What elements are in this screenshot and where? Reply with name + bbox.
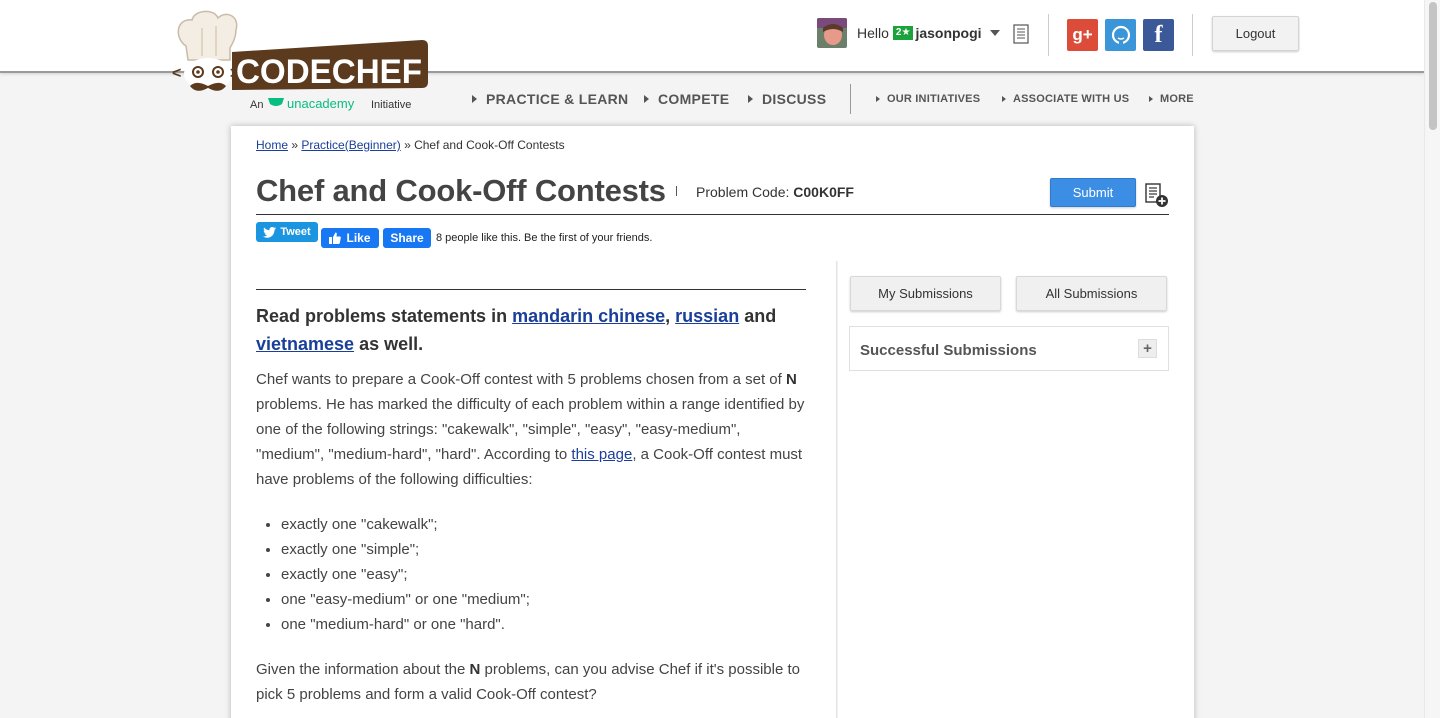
nav-label: COMPETE bbox=[658, 91, 730, 107]
nav-label: MORE bbox=[1160, 93, 1194, 105]
vietnamese-link[interactable]: vietnamese bbox=[256, 334, 354, 354]
mandarin-chinese-link[interactable]: mandarin chinese bbox=[512, 306, 665, 326]
list-item: exactly one "simple"; bbox=[281, 537, 806, 562]
list-item: one "medium-hard" or one "hard". bbox=[281, 612, 806, 637]
nav-label: PRACTICE & LEARN bbox=[486, 91, 629, 107]
submit-button[interactable]: Submit bbox=[1050, 178, 1136, 207]
triangle-right-icon bbox=[748, 95, 753, 103]
logout-button[interactable]: Logout bbox=[1212, 16, 1299, 51]
triangle-right-icon bbox=[1002, 96, 1006, 102]
variable-n: N bbox=[469, 661, 481, 678]
nav-more[interactable]: MORE bbox=[1149, 93, 1194, 105]
nav-discuss[interactable]: DISCUSS bbox=[748, 91, 826, 107]
breadcrumb-home-link[interactable]: Home bbox=[256, 138, 288, 152]
difficulty-conditions-list: exactly one "cakewalk"; exactly one "sim… bbox=[256, 512, 806, 637]
title-divider bbox=[676, 186, 677, 196]
list-item: exactly one "cakewalk"; bbox=[281, 512, 806, 537]
problem-code: Problem Code: C00K0FF bbox=[696, 184, 854, 200]
triangle-right-icon bbox=[644, 95, 649, 103]
page-title: Chef and Cook-Off Contests bbox=[256, 173, 666, 208]
user-greeting: Hello 2★ jasonpogi bbox=[857, 25, 982, 41]
google-plus-icon[interactable]: g+ bbox=[1067, 19, 1098, 51]
problem-code-value: C00K0FF bbox=[793, 184, 854, 200]
facebook-like-button[interactable]: Like bbox=[321, 228, 379, 248]
facebook-icon[interactable]: f bbox=[1143, 19, 1174, 51]
triangle-right-icon bbox=[1149, 96, 1153, 102]
my-submissions-button[interactable]: My Submissions bbox=[850, 276, 1001, 311]
user-menu[interactable]: Hello 2★ jasonpogi bbox=[817, 18, 1000, 48]
user-avatar[interactable] bbox=[817, 18, 847, 48]
list-item: exactly one "easy"; bbox=[281, 562, 806, 587]
header-divider bbox=[1048, 14, 1049, 56]
successful-submissions-panel[interactable]: Successful Submissions + bbox=[849, 326, 1169, 371]
header-divider bbox=[1192, 14, 1193, 56]
nav-label: OUR INITIATIVES bbox=[887, 93, 981, 105]
variable-n: N bbox=[785, 371, 797, 388]
facebook-like-count: 8 people like this. Be the first of your… bbox=[436, 232, 653, 244]
svg-text:Initiative: Initiative bbox=[371, 99, 411, 111]
problem-code-label: Problem Code: bbox=[696, 184, 790, 200]
expand-icon[interactable]: + bbox=[1138, 339, 1157, 358]
user-star-badge: 2★ bbox=[892, 26, 914, 40]
tweet-button[interactable]: Tweet bbox=[256, 222, 318, 242]
list-item: one "easy-medium" or one "medium"; bbox=[281, 587, 806, 612]
this-page-link[interactable]: this page bbox=[571, 446, 632, 463]
problem-card: Home » Practice(Beginner) » Chef and Coo… bbox=[231, 126, 1194, 718]
all-submissions-button[interactable]: All Submissions bbox=[1016, 276, 1167, 311]
nav-associate-with-us[interactable]: ASSOCIATE WITH US bbox=[1002, 93, 1129, 105]
triangle-right-icon bbox=[472, 95, 477, 103]
nav-practice-learn[interactable]: PRACTICE & LEARN bbox=[472, 91, 628, 107]
statement-divider bbox=[256, 289, 806, 290]
problem-statement: Read problems statements in mandarin chi… bbox=[256, 289, 806, 707]
thumbs-up-icon bbox=[329, 232, 342, 244]
greeting-text: Hello bbox=[857, 25, 889, 41]
nav-compete[interactable]: COMPETE bbox=[644, 91, 729, 107]
twitter-bird-icon bbox=[263, 226, 277, 238]
svg-text:CODECHEF: CODECHEF bbox=[236, 53, 422, 91]
username[interactable]: jasonpogi bbox=[915, 25, 981, 41]
svg-text:An: An bbox=[250, 99, 263, 111]
breadcrumb: Home » Practice(Beginner) » Chef and Coo… bbox=[256, 138, 565, 152]
column-divider bbox=[836, 261, 838, 718]
breadcrumb-current: Chef and Cook-Off Contests bbox=[414, 138, 565, 152]
translation-notice: Read problems statements in mandarin chi… bbox=[256, 302, 806, 358]
nav-our-initiatives[interactable]: OUR INITIATIVES bbox=[876, 93, 980, 105]
page-scrollbar[interactable] bbox=[1424, 0, 1440, 718]
breadcrumb-separator: » bbox=[288, 138, 302, 152]
successful-submissions-title: Successful Submissions bbox=[860, 342, 1037, 359]
translation-text: , bbox=[665, 306, 676, 326]
statement-paragraph: Chef wants to prepare a Cook-Off contest… bbox=[256, 367, 806, 492]
statement-text: Chef wants to prepare a Cook-Off contest… bbox=[256, 371, 786, 388]
title-row: Chef and Cook-Off Contests Problem Code:… bbox=[256, 173, 1169, 215]
scrollbar-thumb[interactable] bbox=[1429, 2, 1437, 130]
statement-text: Given the information about the bbox=[256, 661, 470, 678]
breadcrumb-practice-link[interactable]: Practice(Beginner) bbox=[301, 138, 400, 152]
nav-label: ASSOCIATE WITH US bbox=[1013, 93, 1130, 105]
triangle-right-icon bbox=[876, 96, 880, 102]
translation-text: as well. bbox=[354, 334, 424, 354]
github-icon[interactable] bbox=[1105, 19, 1136, 51]
codechef-logo[interactable]: < > CODECHEF An unacademy Initiative bbox=[170, 8, 435, 116]
statement-paragraph: Given the information about the N proble… bbox=[256, 657, 806, 707]
russian-link[interactable]: russian bbox=[675, 306, 739, 326]
nav-label: DISCUSS bbox=[762, 91, 827, 107]
svg-text:unacademy: unacademy bbox=[287, 96, 355, 111]
nav-divider bbox=[850, 84, 851, 114]
breadcrumb-separator: » bbox=[400, 138, 415, 152]
add-to-list-icon[interactable] bbox=[1144, 182, 1170, 208]
svg-text:<: < bbox=[172, 65, 181, 82]
like-label: Like bbox=[346, 231, 371, 245]
share-row: Tweet Like Share 8 people like this. Be … bbox=[256, 222, 652, 248]
facebook-share-button[interactable]: Share bbox=[383, 228, 431, 248]
document-icon[interactable] bbox=[1013, 24, 1029, 44]
translation-text: Read problems statements in bbox=[256, 306, 513, 326]
chevron-down-icon[interactable] bbox=[989, 30, 1000, 36]
tweet-label: Tweet bbox=[280, 226, 311, 238]
translation-text: and bbox=[739, 306, 777, 326]
